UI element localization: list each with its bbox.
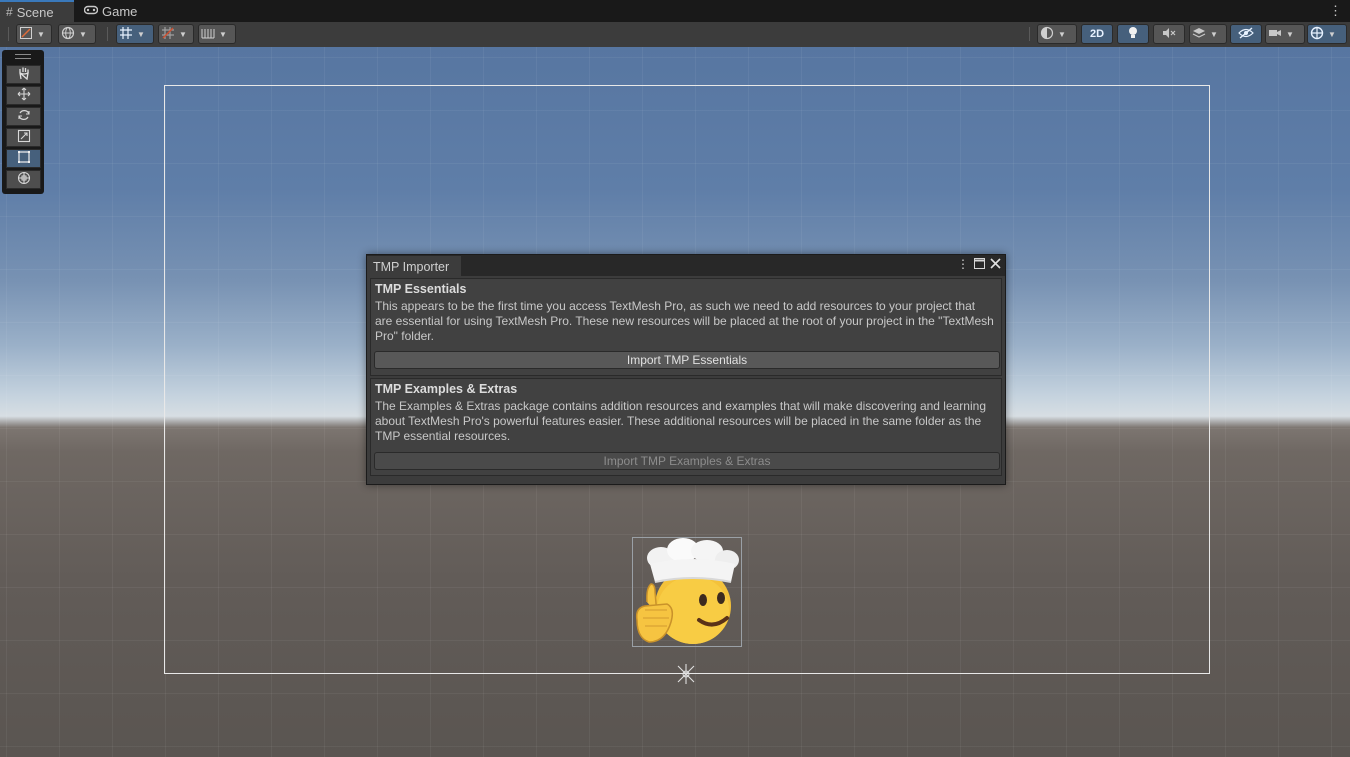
window-tab-bar: # Scene Game ⋮ (0, 0, 1350, 23)
draw-mode-dropdown[interactable]: ▼ (16, 24, 52, 44)
rect-transform-icon (17, 150, 31, 167)
section-title: TMP Examples & Extras (375, 382, 518, 396)
toolbar-divider (1029, 27, 1030, 41)
grid-snap-icon (117, 26, 135, 43)
scene-visibility-toggle[interactable] (1230, 24, 1262, 44)
hidden-eye-icon (1237, 26, 1255, 42)
camera-settings-dropdown[interactable]: ▼ (1265, 24, 1305, 44)
audio-mute-icon (1160, 27, 1178, 42)
grid-snap-toggle[interactable]: ▼ (116, 24, 154, 44)
chevron-down-icon: ▼ (137, 29, 145, 39)
section-description: This appears to be the first time you ac… (375, 299, 994, 343)
gizmos-dropdown[interactable]: ▼ (1307, 24, 1347, 44)
ruler-icon (199, 26, 217, 43)
window-menu-icon[interactable]: ⋮ (957, 257, 969, 271)
dialog-header: TMP Importer ⋮ (367, 255, 1005, 276)
shading-mode-dropdown[interactable]: ▼ (1037, 24, 1077, 44)
shading-sphere-icon (1038, 26, 1056, 43)
chevron-down-icon: ▼ (179, 29, 187, 39)
tab-game[interactable]: Game (82, 0, 144, 22)
tmp-extras-section: TMP Examples & Extras The Examples & Ext… (370, 378, 1002, 476)
import-extras-button[interactable]: Import TMP Examples & Extras (374, 452, 1000, 470)
gizmo-globe-icon (1308, 26, 1326, 43)
chef-smiley-image (635, 538, 739, 644)
lightbulb-icon (1124, 26, 1142, 43)
tmp-essentials-section: TMP Essentials This appears to be the fi… (370, 278, 1002, 376)
hand-icon (17, 66, 31, 83)
chevron-down-icon: ▼ (1286, 29, 1294, 39)
toggle-2d-button[interactable]: 2D (1081, 24, 1113, 44)
tmp-importer-window: TMP Importer ⋮ TMP Essentials This appea… (366, 254, 1006, 485)
rect-tool-button[interactable] (6, 149, 41, 168)
tab-game-label: Game (102, 3, 138, 19)
section-description: The Examples & Extras package contains a… (375, 399, 986, 443)
grid-toggle-icon (159, 26, 177, 43)
chevron-down-icon: ▼ (79, 29, 87, 39)
tab-scene-label: Scene (16, 4, 54, 20)
chevron-down-icon: ▼ (1210, 29, 1218, 39)
toolbar-divider (8, 27, 9, 41)
close-icon[interactable] (990, 258, 1001, 272)
drag-handle[interactable] (15, 54, 31, 59)
chevron-down-icon: ▼ (219, 29, 227, 39)
move-arrows-icon (17, 87, 31, 104)
rotate-tool-button[interactable] (6, 107, 41, 126)
import-essentials-button[interactable]: Import TMP Essentials (374, 351, 1000, 369)
camera-icon (1266, 27, 1284, 42)
effects-layers-icon (1190, 26, 1208, 43)
scale-tool-button[interactable] (6, 128, 41, 147)
toolbar-divider (107, 27, 108, 41)
effects-dropdown[interactable]: ▼ (1189, 24, 1227, 44)
draw-mode-icon (17, 26, 35, 43)
chef-emoji-sprite[interactable] (632, 537, 742, 647)
tools-overlay (2, 50, 44, 194)
gamepad-icon (83, 4, 99, 18)
grid-visibility-dropdown[interactable]: ▼ (158, 24, 194, 44)
move-tool-button[interactable] (6, 86, 41, 105)
transform-all-icon (17, 171, 31, 188)
globe-icon (59, 26, 77, 43)
scale-icon (17, 129, 31, 146)
transform-tool-button[interactable] (6, 170, 41, 189)
rotate-icon (17, 108, 31, 125)
more-options-icon[interactable]: ⋮ (1329, 3, 1342, 19)
increment-snap-dropdown[interactable]: ▼ (198, 24, 236, 44)
dialog-title-tab[interactable]: TMP Importer (367, 256, 461, 276)
global-local-dropdown[interactable]: ▼ (58, 24, 96, 44)
section-title: TMP Essentials (375, 282, 467, 296)
lighting-toggle[interactable] (1117, 24, 1149, 44)
scene-toolbar: ▼ ▼ ▼ ▼ ▼ ▼ 2D ▼ ▼ ▼ (0, 22, 1350, 48)
hash-grid-icon: # (6, 5, 13, 19)
pivot-gizmo-icon (674, 662, 698, 686)
hand-tool-button[interactable] (6, 65, 41, 84)
chevron-down-icon: ▼ (37, 29, 45, 39)
tab-scene[interactable]: # Scene (0, 0, 74, 22)
chevron-down-icon: ▼ (1328, 29, 1336, 39)
maximize-icon[interactable] (974, 258, 985, 272)
audio-toggle[interactable] (1153, 24, 1185, 44)
chevron-down-icon: ▼ (1058, 29, 1066, 39)
